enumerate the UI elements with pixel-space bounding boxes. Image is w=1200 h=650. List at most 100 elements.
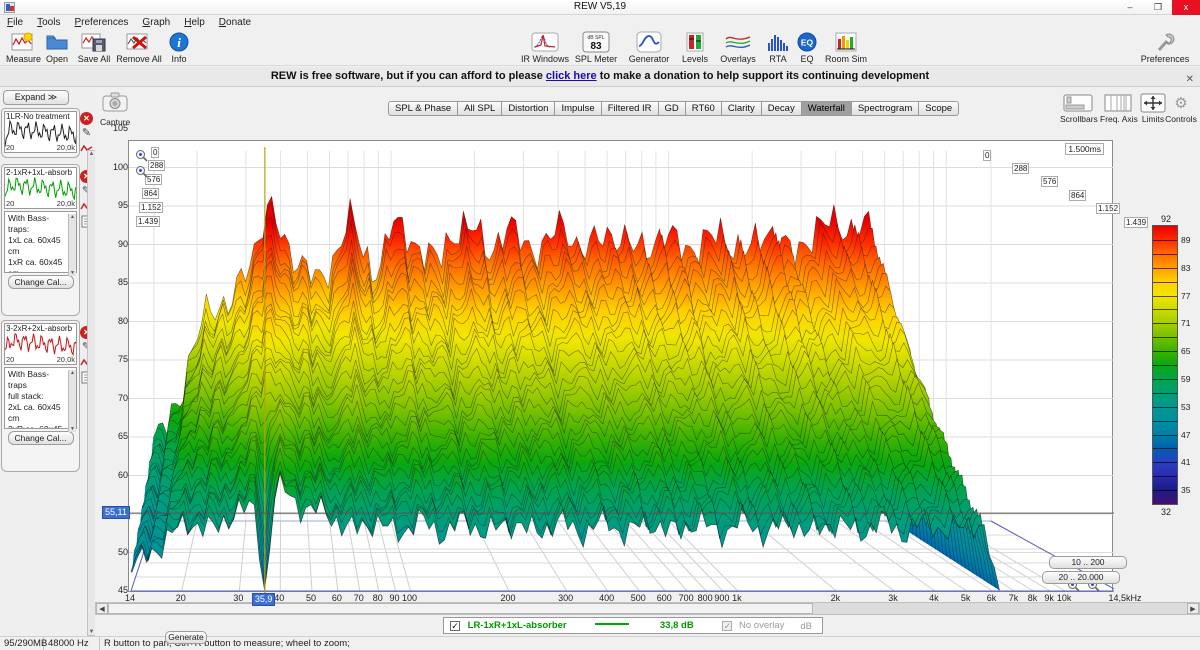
measure-icon xyxy=(6,30,40,54)
scroll-left-arrow[interactable]: ◀ xyxy=(96,603,108,614)
tab-all-spl[interactable]: All SPL xyxy=(458,101,502,116)
thumb-range-hi: 20,0k xyxy=(57,355,75,364)
open-folder-icon xyxy=(42,30,72,54)
eq-button[interactable]: EQ EQ xyxy=(794,30,820,65)
tab-impulse[interactable]: Impulse xyxy=(555,101,601,116)
colorbar-divider xyxy=(1153,337,1177,338)
zoom-x-icon[interactable] xyxy=(135,149,148,162)
time-tick-right-864: 864 xyxy=(1069,190,1086,201)
svg-text:83: 83 xyxy=(590,41,602,52)
edit-measurement-icon[interactable]: ✎ xyxy=(80,127,93,140)
scrollbar-thumb[interactable] xyxy=(108,603,813,614)
legend-row: ✓ LR-1xR+1xL-absorber 33,8 dB ✓ No overl… xyxy=(95,616,1200,636)
generate-button[interactable]: Generate xyxy=(165,631,207,644)
notes-scrollbar[interactable]: ▲▼ xyxy=(68,370,76,432)
measurement-title: 2-1xR+1xL-absorb xyxy=(6,168,72,177)
info-button[interactable]: i Info xyxy=(166,30,192,65)
tab-clarity[interactable]: Clarity xyxy=(722,101,762,116)
tab-decay[interactable]: Decay xyxy=(762,101,802,116)
overlay-checkbox[interactable]: ✓ xyxy=(722,621,732,631)
range-20-20000-button[interactable]: 20 .. 20.000 xyxy=(1042,571,1120,584)
y-tick-95: 95 xyxy=(102,200,128,210)
svg-text:i: i xyxy=(177,35,181,50)
banner-close-icon[interactable]: ✕ xyxy=(1186,70,1194,89)
legend-box: ✓ LR-1xR+1xL-absorber 33,8 dB ✓ No overl… xyxy=(443,617,823,634)
menu-file[interactable]: File xyxy=(0,16,30,29)
controls-button[interactable]: ⚙ Controls xyxy=(1163,92,1199,124)
tab-spectrogram[interactable]: Spectrogram xyxy=(852,101,919,116)
remove-measurement-icon[interactable]: ✕ xyxy=(80,112,93,125)
ir-windows-button[interactable]: IR Windows xyxy=(520,30,570,65)
notes-scrollbar[interactable]: ▲▼ xyxy=(68,214,76,276)
colorbar-divider xyxy=(1153,490,1177,491)
generator-button[interactable]: Generator xyxy=(626,30,672,65)
tab-rt60[interactable]: RT60 xyxy=(686,101,722,116)
maximize-button[interactable]: ❒ xyxy=(1144,0,1172,15)
y-tick-100: 100 xyxy=(102,162,128,172)
tab-spl-phase[interactable]: SPL & Phase xyxy=(388,101,458,116)
tab-filtered-ir[interactable]: Filtered IR xyxy=(602,101,659,116)
freq-axis-button[interactable]: Freq. Axis xyxy=(1100,92,1136,124)
colorbar-tick-59: 59 xyxy=(1181,374,1190,384)
change-cal-button[interactable]: Change Cal... xyxy=(8,275,74,289)
range-10-200-button[interactable]: 10 .. 200 xyxy=(1049,556,1127,569)
trace-checkbox[interactable]: ✓ xyxy=(450,621,460,631)
donation-banner: REW is free software, but if you can aff… xyxy=(0,67,1200,87)
menu-tools[interactable]: Tools xyxy=(30,16,67,29)
y-tick-60: 60 xyxy=(102,470,128,480)
colorbar-divider xyxy=(1153,254,1177,255)
time-tick-left-1.152: 1.152 xyxy=(139,202,163,213)
room-sim-icon xyxy=(824,30,868,54)
freq-cursor-readout: 35,9 xyxy=(252,593,276,606)
scroll-right-arrow[interactable]: ▶ xyxy=(1187,603,1199,614)
tab-gd[interactable]: GD xyxy=(659,101,686,116)
time-range-label: 1.500ms xyxy=(1065,143,1104,155)
measurement-thumbnail-2[interactable]: 2-1xR+1xL-absorb 20 20,0k xyxy=(4,167,77,209)
expand-button[interactable]: Expand ≫ xyxy=(3,90,69,105)
hint-text: R button to pan; Ctrl+R button to measur… xyxy=(100,637,1200,650)
zoom-y-icon[interactable] xyxy=(135,165,148,178)
measurement-thumbnail-1[interactable]: 1LR-No treatment 20 20,0k xyxy=(4,111,77,153)
donation-link[interactable]: click here xyxy=(546,70,597,82)
tab-waterfall[interactable]: Waterfall xyxy=(802,101,852,116)
measurement-item-2[interactable]: 2-1xR+1xL-absorb 20 20,0k With Bass-trap… xyxy=(1,164,80,316)
time-tick-left-0: 0 xyxy=(151,147,159,158)
menu-donate[interactable]: Donate xyxy=(212,16,258,29)
menu-preferences[interactable]: Preferences xyxy=(67,16,135,29)
measure-button[interactable]: Measure xyxy=(6,30,40,65)
rta-button[interactable]: RTA xyxy=(764,30,792,65)
spl-meter-icon: dB SPL 83 xyxy=(574,30,618,54)
measurement-item-1[interactable]: 1LR-No treatment 20 20,0k xyxy=(1,108,80,158)
colorbar-divider xyxy=(1153,296,1177,297)
levels-button[interactable]: Levels xyxy=(678,30,712,65)
colorbar-divider xyxy=(1153,365,1177,366)
capture-button[interactable]: Capture xyxy=(100,92,130,127)
db-cursor-readout: 55,11 xyxy=(102,506,130,519)
change-cal-button[interactable]: Change Cal... xyxy=(8,431,74,445)
measurement-notes[interactable]: With Bass-traps full stack: 2xL ca. 60x4… xyxy=(4,367,77,429)
legend-overlay-label: No overlay xyxy=(739,620,784,631)
overlays-button[interactable]: Overlays xyxy=(716,30,760,65)
measurement-item-3[interactable]: 3-2xR+2xL-absorb 20 20,0k With Bass-trap… xyxy=(1,320,80,472)
samplerate-indicator: 48000 Hz xyxy=(44,637,100,650)
colorbar-divider xyxy=(1153,282,1177,283)
tab-distortion[interactable]: Distortion xyxy=(502,101,555,116)
spl-meter-button[interactable]: dB SPL 83 SPL Meter xyxy=(574,30,618,65)
tab-scope[interactable]: Scope xyxy=(919,101,959,116)
menu-help[interactable]: Help xyxy=(177,16,212,29)
measurement-thumbnail-3[interactable]: 3-2xR+2xL-absorb 20 20,0k xyxy=(4,323,77,365)
close-button[interactable]: x xyxy=(1172,0,1200,15)
colorbar-divider xyxy=(1153,407,1177,408)
y-tick-90: 90 xyxy=(102,239,128,249)
colorbar-tick-41: 41 xyxy=(1181,457,1190,467)
remove-all-button[interactable]: Remove All xyxy=(116,30,162,65)
open-button[interactable]: Open xyxy=(42,30,72,65)
waterfall-plot[interactable]: 1.500ms Generate 10 .. 200 20 .. 20.000 xyxy=(128,140,1113,592)
minimize-button[interactable]: – xyxy=(1116,0,1144,15)
scrollbars-toggle-button[interactable]: Scrollbars xyxy=(1060,92,1096,124)
preferences-button[interactable]: Preferences xyxy=(1138,30,1192,65)
save-all-button[interactable]: Save All xyxy=(76,30,112,65)
measurement-notes[interactable]: With Bass-traps: 1xL ca. 60x45 cm 1xR ca… xyxy=(4,211,77,273)
room-sim-button[interactable]: Room Sim xyxy=(824,30,868,65)
menu-graph[interactable]: Graph xyxy=(135,16,177,29)
